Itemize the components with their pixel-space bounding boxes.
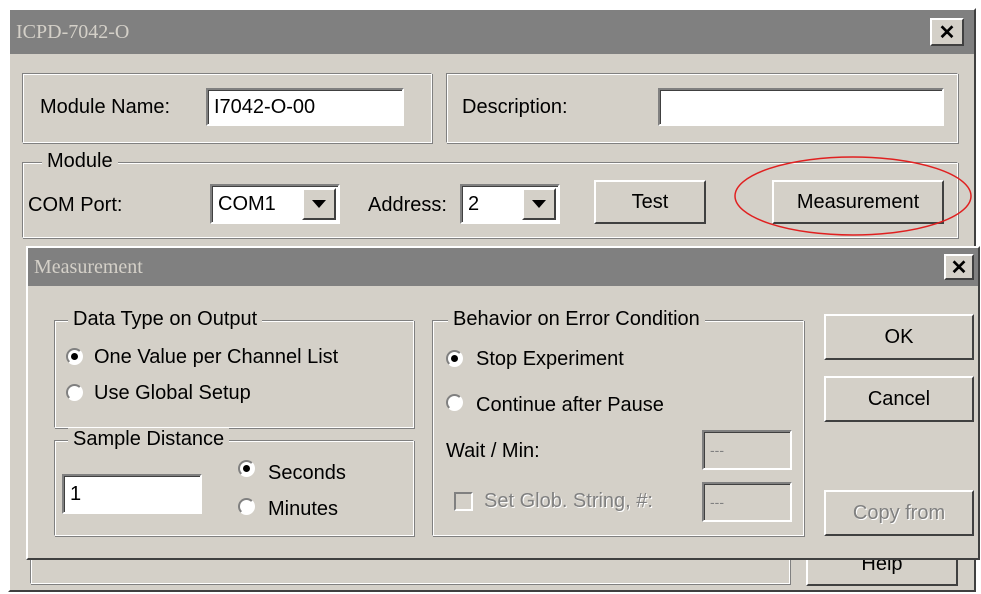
close-icon: ✕ [938, 21, 956, 44]
dialog-title-bar[interactable]: Measurement [28, 248, 978, 286]
data-type-group-label: Data Type on Output [68, 308, 263, 331]
chevron-down-icon [312, 200, 326, 208]
radio-stop-experiment-label[interactable]: Stop Experiment [476, 348, 624, 371]
radio-minutes-label[interactable]: Minutes [268, 498, 338, 521]
radio-minutes[interactable] [238, 498, 255, 515]
description-input[interactable] [658, 88, 944, 126]
radio-use-global-label[interactable]: Use Global Setup [94, 382, 251, 405]
dialog-title: Measurement [34, 255, 143, 278]
ok-button[interactable]: OK [824, 314, 974, 360]
sample-distance-input[interactable]: 1 [62, 474, 202, 514]
com-port-dropdown-button[interactable] [302, 188, 336, 220]
radio-continue-label[interactable]: Continue after Pause [476, 394, 664, 417]
radio-dot [243, 465, 250, 472]
radio-one-value-label[interactable]: One Value per Channel List [94, 346, 338, 369]
module-group-label: Module [42, 150, 118, 173]
com-port-value: COM1 [218, 192, 276, 215]
data-type-group [54, 320, 414, 428]
main-title-bar[interactable]: ICPD-7042-O [10, 10, 974, 54]
radio-one-value[interactable] [66, 348, 83, 365]
close-icon: ✕ [950, 256, 968, 279]
set-glob-string-input: --- [702, 482, 792, 522]
radio-seconds-label[interactable]: Seconds [268, 462, 346, 485]
chevron-down-icon [532, 200, 546, 208]
radio-stop-experiment[interactable] [446, 350, 463, 367]
set-glob-string-checkbox [454, 492, 473, 511]
highlight-ellipse [734, 156, 972, 236]
error-group-label: Behavior on Error Condition [448, 308, 705, 331]
main-window-title: ICPD-7042-O [16, 20, 130, 43]
radio-seconds[interactable] [238, 460, 255, 477]
wait-min-input: --- [702, 430, 792, 470]
radio-dot [71, 353, 78, 360]
address-dropdown-button[interactable] [522, 188, 556, 220]
test-button[interactable]: Test [594, 180, 706, 224]
radio-continue-after-pause[interactable] [446, 394, 463, 411]
radio-use-global[interactable] [66, 384, 83, 401]
dialog-close-button[interactable]: ✕ [944, 254, 974, 280]
main-close-button[interactable]: ✕ [930, 18, 964, 46]
address-label: Address: [368, 194, 447, 216]
module-name-input[interactable]: I7042-O-00 [206, 88, 404, 126]
sample-distance-group-label: Sample Distance [68, 428, 230, 451]
description-label: Description: [462, 96, 568, 118]
com-port-label: COM Port: [28, 194, 123, 216]
set-glob-string-label: Set Glob. String, #: [484, 490, 653, 512]
cancel-button[interactable]: Cancel [824, 376, 974, 422]
radio-dot [451, 355, 458, 362]
module-name-label: Module Name: [40, 96, 171, 118]
copy-from-button: Copy from [824, 490, 974, 536]
wait-min-label: Wait / Min: [446, 440, 540, 462]
address-value: 2 [468, 192, 480, 215]
